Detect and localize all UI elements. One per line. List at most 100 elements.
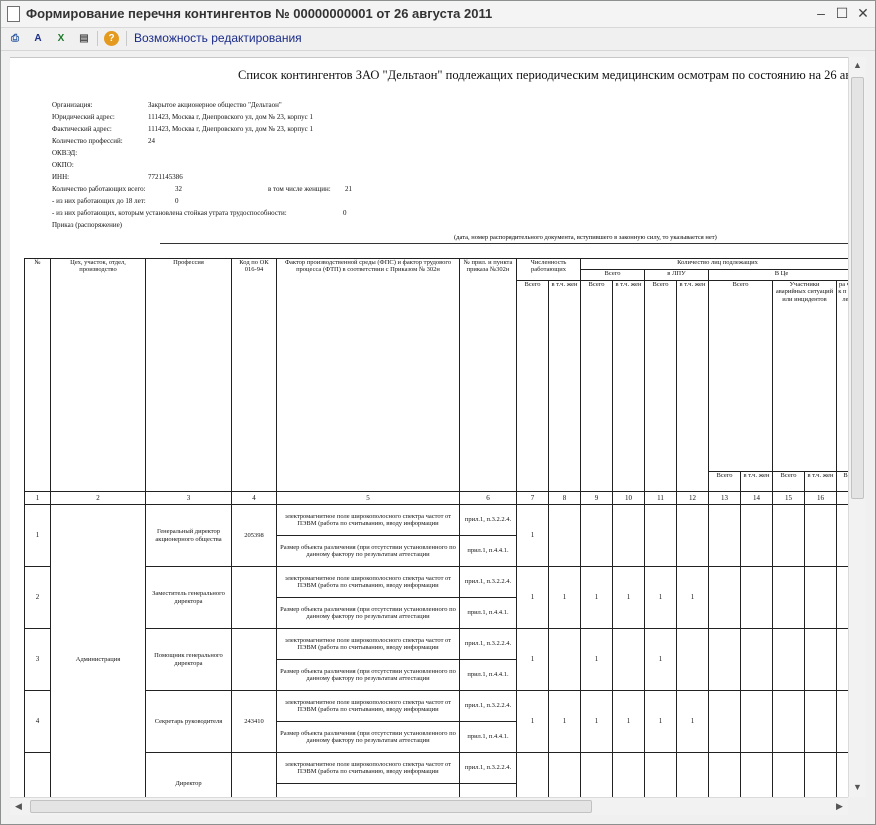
header-cell: в т.ч. жен	[612, 280, 645, 492]
profession-cell: Генеральный директор акционерного общест…	[145, 504, 232, 567]
value-cell	[740, 690, 773, 753]
header-cell: В	[836, 471, 848, 492]
row-number	[24, 752, 51, 798]
header-cell: ра Ф к п П ле	[836, 280, 848, 472]
minimize-button[interactable]: –	[811, 4, 831, 22]
workers-total-label: Количество работающих всего:	[52, 185, 146, 193]
column-number: 6	[459, 491, 517, 505]
excel-icon[interactable]: X	[52, 30, 70, 47]
value-cell	[740, 752, 773, 798]
code-cell	[231, 566, 277, 629]
header-cell: Всего	[708, 471, 741, 492]
column-number: 3	[145, 491, 232, 505]
value-cell	[548, 752, 581, 798]
value-cell	[772, 628, 805, 691]
vertical-scrollbar[interactable]: ▲ ▼	[848, 57, 866, 797]
title-bar[interactable]: Формирование перечня контингентов № 0000…	[1, 1, 875, 28]
edit-mode-button[interactable]: Возможность редактирования	[134, 31, 302, 45]
row-number: 2	[24, 566, 51, 629]
value-cell	[804, 690, 837, 753]
close-button[interactable]: ✕	[853, 4, 873, 22]
column-number: 12	[676, 491, 709, 505]
field-value: 111423, Москва г, Днепровского ул, дом №…	[148, 113, 313, 121]
scroll-right-button[interactable]: ▶	[831, 798, 848, 815]
field-label: Количество профессий:	[52, 137, 123, 145]
factor-cell: электромагнитное поле широкополосного сп…	[276, 566, 460, 598]
profession-cell: Секретарь руководителя	[145, 690, 232, 753]
header-cell: Количество лиц подлежащих	[580, 258, 848, 270]
help-icon[interactable]: ?	[104, 31, 119, 46]
factor-cell: Размер объекта различения (при отсутстви…	[276, 721, 460, 753]
column-number: 15	[772, 491, 805, 505]
value-cell	[772, 566, 805, 629]
workers-total-value: 32	[175, 185, 182, 193]
value-cell	[740, 628, 773, 691]
value-cell: 1	[516, 566, 549, 629]
code-cell	[231, 628, 277, 691]
paragraph-cell: прил.1, п.4.4.1.	[459, 597, 517, 629]
header-cell: Численность работающих	[516, 258, 581, 281]
maximize-button[interactable]: ☐	[832, 4, 852, 22]
value-cell	[516, 752, 549, 798]
scroll-down-button[interactable]: ▼	[849, 779, 866, 796]
value-cell	[836, 690, 848, 753]
column-number: 4	[231, 491, 277, 505]
horizontal-scroll-thumb[interactable]	[30, 800, 592, 813]
print-icon[interactable]: ⎙	[6, 30, 24, 47]
value-cell	[804, 566, 837, 629]
header-cell: Профессия	[145, 258, 232, 492]
vertical-scroll-thumb[interactable]	[851, 77, 864, 499]
field-label: Фактический адрес:	[52, 125, 112, 133]
order-underline	[160, 243, 848, 244]
horizontal-scrollbar[interactable]: ◀ ▶	[10, 797, 848, 815]
report-title: Список контингентов ЗАО "Дельтаон" подле…	[238, 68, 848, 82]
field-value: 24	[148, 137, 155, 145]
value-cell	[836, 566, 848, 629]
column-number: 1	[24, 491, 51, 505]
disabled-value: 0	[343, 209, 347, 217]
header-cell: в т.ч. жен	[740, 471, 773, 492]
value-cell: 1	[644, 628, 677, 691]
header-cell: в т.ч. жен	[548, 280, 581, 492]
value-cell	[612, 752, 645, 798]
value-cell	[676, 752, 709, 798]
column-number: 9	[580, 491, 613, 505]
value-cell: 1	[516, 504, 549, 567]
header-cell: Код по ОК 016-94	[231, 258, 277, 492]
value-cell	[804, 752, 837, 798]
value-cell	[772, 504, 805, 567]
contingent-table: № Цех, участок, отдел, производство Проф…	[24, 258, 848, 798]
value-cell	[836, 628, 848, 691]
header-cell: В Це	[708, 269, 848, 281]
value-cell	[644, 752, 677, 798]
paragraph-cell: прил.1, п.3.2.2.4.	[459, 628, 517, 660]
code-cell: 205398	[231, 504, 277, 567]
toolbar-separator	[97, 31, 98, 46]
value-cell: 1	[644, 566, 677, 629]
header-cell: №	[24, 258, 51, 492]
value-cell	[708, 504, 741, 567]
scroll-left-button[interactable]: ◀	[10, 798, 27, 815]
header-cell: № прил. и пункта приказа №302н	[459, 258, 517, 492]
field-label: ОКВЭД:	[52, 149, 78, 157]
field-label: Юридический адрес:	[52, 113, 115, 121]
value-cell	[804, 504, 837, 567]
value-cell: 1	[516, 690, 549, 753]
font-icon[interactable]: A	[29, 30, 47, 47]
profession-cell: Директор	[145, 752, 232, 798]
page-icon[interactable]: ▤	[75, 30, 93, 47]
row-number: 4	[24, 690, 51, 753]
factor-cell: электромагнитное поле широкополосного сп…	[276, 504, 460, 536]
field-label: ИНН:	[52, 173, 70, 181]
women-label: в том числе женщин:	[268, 185, 331, 193]
header-cell: Фактор производственной среды (ФПС) и фа…	[276, 258, 460, 492]
under18-value: 0	[175, 197, 179, 205]
value-cell	[708, 566, 741, 629]
spreadsheet-document[interactable]: Список контингентов ЗАО "Дельтаон" подле…	[10, 57, 848, 798]
column-number: 11	[644, 491, 677, 505]
header-cell: Всего	[708, 280, 773, 472]
value-cell	[676, 628, 709, 691]
scroll-up-button[interactable]: ▲	[849, 57, 866, 74]
value-cell: 1	[580, 566, 613, 629]
field-label: Организация:	[52, 101, 93, 109]
